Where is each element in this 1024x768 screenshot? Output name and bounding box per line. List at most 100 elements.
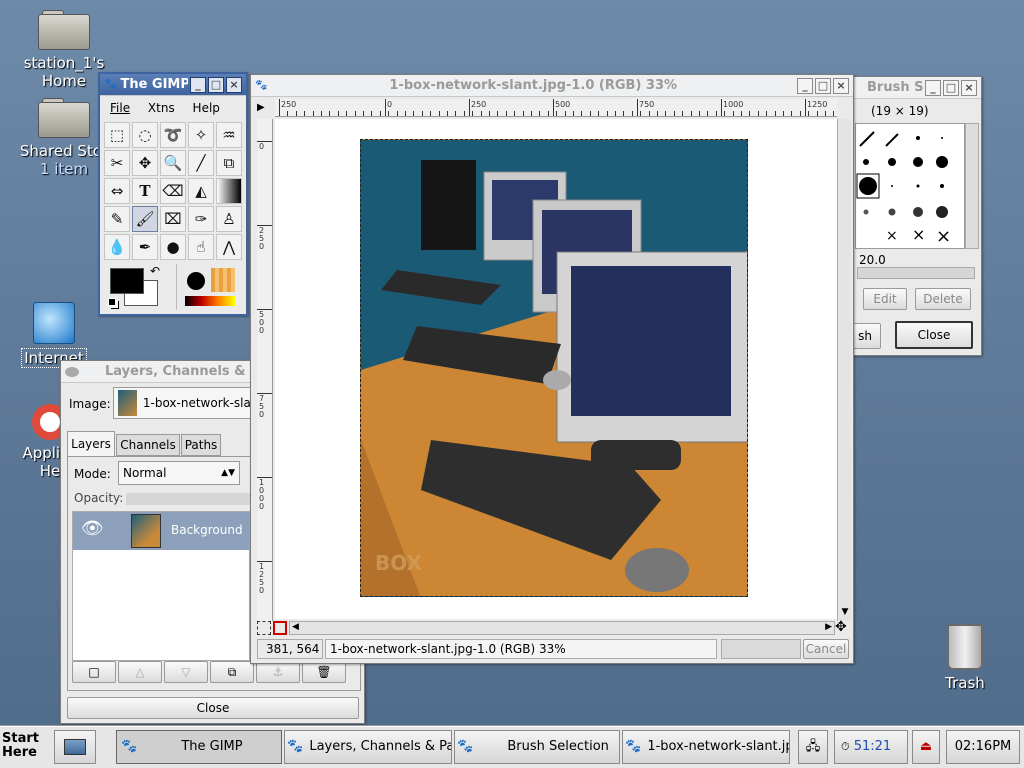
task-brush-selection[interactable]: 🐾 Brush Selection [454,730,620,764]
layer-visibility-eye-icon[interactable]: 👁 [81,518,104,539]
image-menu-arrow[interactable]: ▶ [257,101,271,115]
mode-select[interactable]: Normal ▲▼ [118,461,240,485]
ruler-tick-label: 750 [259,394,265,419]
close-layers-button[interactable]: Close [67,697,359,719]
ink-icon[interactable]: ✒ [132,234,158,260]
convolve-icon[interactable]: 💧 [104,234,130,260]
color-area[interactable]: ↶ [106,264,170,310]
brush-grid[interactable]: × × × [855,123,965,249]
dodge-burn-icon[interactable]: ● [160,234,186,260]
timer-applet[interactable]: ⏱ 51:21 [834,730,908,764]
duplicate-layer-button[interactable]: ⧉ [210,661,254,683]
cancel-button[interactable]: Cancel [803,639,849,659]
bucket-fill-icon[interactable]: ◭ [188,178,214,204]
smudge-icon[interactable]: ☝ [188,234,214,260]
minimize-icon[interactable]: _ [190,76,206,93]
quick-mask-icon[interactable] [257,621,271,635]
image-selector[interactable]: 1-box-network-slan [113,387,253,419]
navigate-icon[interactable]: ✥ [835,619,847,635]
foreground-color-swatch[interactable] [110,268,144,294]
close-icon[interactable]: × [226,76,242,93]
layer-row-background[interactable]: 👁 Background [73,512,249,550]
close-icon[interactable]: × [961,79,977,96]
move-icon[interactable]: ✥ [132,150,158,176]
minimize-icon[interactable]: _ [925,79,941,96]
new-layer-button[interactable]: □ [72,661,116,683]
path-icon[interactable]: ⋀ [216,234,242,260]
rect-select-icon[interactable]: ⬚ [104,122,130,148]
start-here-button[interactable]: Start Here [2,730,42,764]
menu-help[interactable]: Help [193,101,220,115]
flip-icon[interactable]: ⇔ [104,178,130,204]
desktop-icon-trash[interactable]: Trash [910,624,1020,692]
maximize-icon[interactable]: □ [208,76,224,93]
maximize-icon[interactable]: □ [943,79,959,96]
brush-pattern-gradient-area[interactable] [176,264,242,310]
network-applet[interactable]: 🖧 [798,730,828,764]
current-pattern-icon[interactable] [211,268,235,292]
image-canvas[interactable]: BOX [360,139,748,597]
anchor-layer-button[interactable]: ⚓ [256,661,300,683]
edit-brush-button[interactable]: Edit [863,288,907,310]
close-brush-button[interactable]: Close [895,321,973,349]
measure-icon[interactable]: ╱ [188,150,214,176]
tab-layers[interactable]: Layers [67,431,115,457]
toolbox-titlebar[interactable]: 🐾 The GIMP _ □ × [100,74,246,96]
magic-wand-icon[interactable]: ✧ [188,122,214,148]
ruler-minor-tick [279,111,280,116]
current-brush-icon[interactable] [187,272,205,290]
task-the-gimp[interactable]: 🐾 The GIMP [116,730,282,764]
menu-file[interactable]: File [110,101,130,115]
clock[interactable]: 02:16PM [946,730,1020,764]
horizontal-scrollbar[interactable]: ◀ ▶ [289,621,835,635]
bezier-select-icon[interactable]: ♒ [216,122,242,148]
opacity-slider[interactable] [126,493,252,505]
airbrush-icon[interactable]: ✑ [188,206,214,232]
logout-applet[interactable]: ⏏ [912,730,940,764]
horizontal-ruler[interactable]: 250 0 250 500 750 1000 1250 [275,99,837,117]
canvas-area[interactable]: BOX [275,119,837,619]
ellipse-select-icon[interactable]: ◌ [132,122,158,148]
maximize-icon[interactable]: □ [815,77,831,94]
raise-layer-button[interactable]: △ [118,661,162,683]
delete-layer-button[interactable]: 🗑 [302,661,346,683]
brush-titlebar[interactable]: Brush Selection _ □ × [833,77,981,99]
tab-channels[interactable]: Channels [116,434,180,456]
delete-brush-button[interactable]: Delete [915,288,971,310]
spacing-slider[interactable] [857,267,975,279]
show-desktop-button[interactable] [54,730,96,764]
scroll-left-arrow-icon[interactable]: ◀ [292,622,299,632]
lasso-icon[interactable]: ➰ [160,122,186,148]
eraser-icon[interactable]: ⌧ [160,206,186,232]
layer-list[interactable]: 👁 Background [72,511,250,661]
color-picker-icon[interactable]: ⌫ [160,178,186,204]
task-image-window[interactable]: 🐾 1-box-network-slant.jpg [622,730,790,764]
scissors-icon[interactable]: ✂ [104,150,130,176]
menu-xtns[interactable]: Xtns [148,101,175,115]
gimp-logo-icon: 🐾 [104,79,117,90]
vertical-scrollbar[interactable]: ▼ [837,119,851,621]
crop-icon[interactable]: ⧉ [216,150,242,176]
text-icon[interactable]: T [132,178,158,204]
paintbrush-icon[interactable]: 🖌 [132,206,158,232]
close-icon[interactable]: × [833,77,849,94]
minimize-icon[interactable]: _ [797,77,813,94]
zoom-icon[interactable]: 🔍 [160,150,186,176]
ruler-tick-label: 500 [555,100,571,109]
brush-scrollbar[interactable] [965,123,979,249]
desktop-icon-internet[interactable]: Internet [0,302,108,368]
timer-value: 51:21 [853,739,892,754]
task-layers[interactable]: 🐾 Layers, Channels & Pat [284,730,452,764]
vertical-ruler[interactable]: 0 250 500 750 1000 1250 [257,119,273,621]
pencil-icon[interactable]: ✎ [104,206,130,232]
current-gradient-icon[interactable] [185,296,235,306]
reset-colors-icon[interactable] [108,298,116,306]
tab-paths[interactable]: Paths [181,434,221,456]
swap-colors-icon[interactable]: ↶ [150,264,160,278]
lower-layer-button[interactable]: ▽ [164,661,208,683]
image-titlebar[interactable]: 🐾 1-box-network-slant.jpg-1.0 (RGB) 33% … [251,75,853,97]
clone-icon[interactable]: ♙ [216,206,242,232]
blend-icon[interactable] [216,178,242,204]
mask-toggle-icon[interactable] [273,621,287,635]
scroll-right-arrow-icon[interactable]: ▶ [825,622,832,632]
